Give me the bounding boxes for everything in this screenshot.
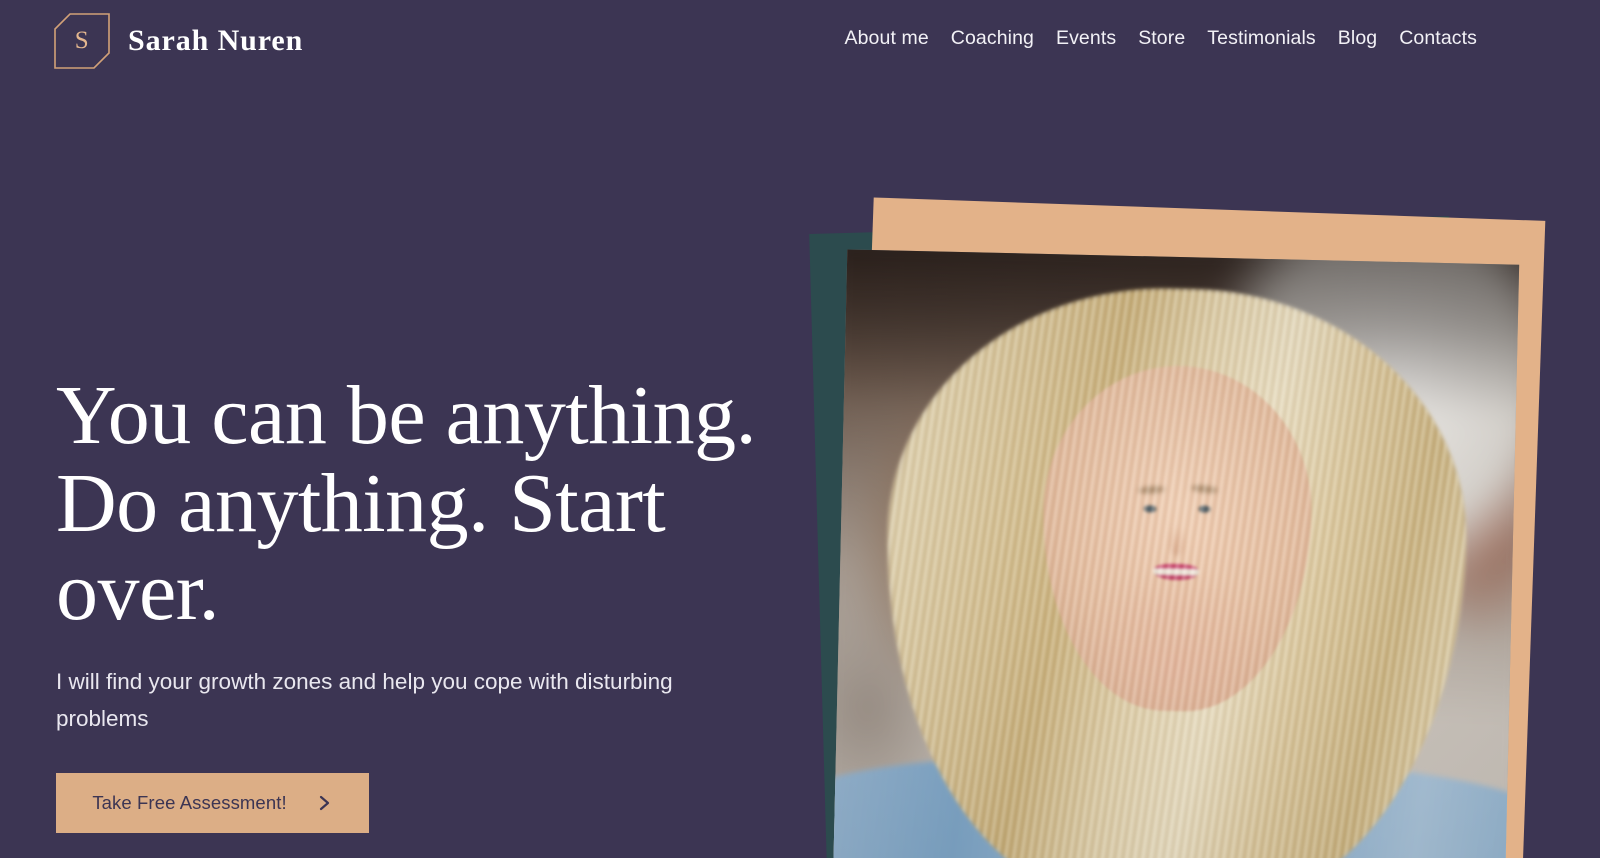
landing-page: S Sarah Nuren About me Coaching Events S… [0,0,1600,858]
main-navigation: About me Coaching Events Store Testimoni… [834,27,1489,50]
site-header: S Sarah Nuren About me Coaching Events S… [0,0,1600,82]
take-free-assessment-button[interactable]: Take Free Assessment! [56,773,369,833]
nav-item-store[interactable]: Store [1127,27,1196,50]
hero-title: You can be anything. Do anything. Start … [56,369,757,638]
hero-image-collage [800,195,1600,858]
photo-overlay [832,249,1520,858]
logo-mark-icon: S [54,13,110,69]
nav-item-testimonials[interactable]: Testimonials [1196,27,1327,50]
nav-item-about-me[interactable]: About me [834,27,940,50]
cta-button-label: Take Free Assessment! [92,792,287,813]
hero-subtitle: I will find your growth zones and help y… [56,669,673,731]
nav-item-blog[interactable]: Blog [1327,27,1388,50]
brand-logo-link[interactable]: S Sarah Nuren [54,13,303,69]
hero-portrait-photo [832,249,1520,858]
nav-item-events[interactable]: Events [1045,27,1127,50]
logo-letter: S [74,26,90,54]
brand-name: Sarah Nuren [128,24,304,57]
hero-section: You can be anything. Do anything. Start … [56,372,786,833]
chevron-right-icon [317,795,333,811]
nav-item-coaching[interactable]: Coaching [940,27,1045,50]
nav-item-contacts[interactable]: Contacts [1388,27,1488,50]
